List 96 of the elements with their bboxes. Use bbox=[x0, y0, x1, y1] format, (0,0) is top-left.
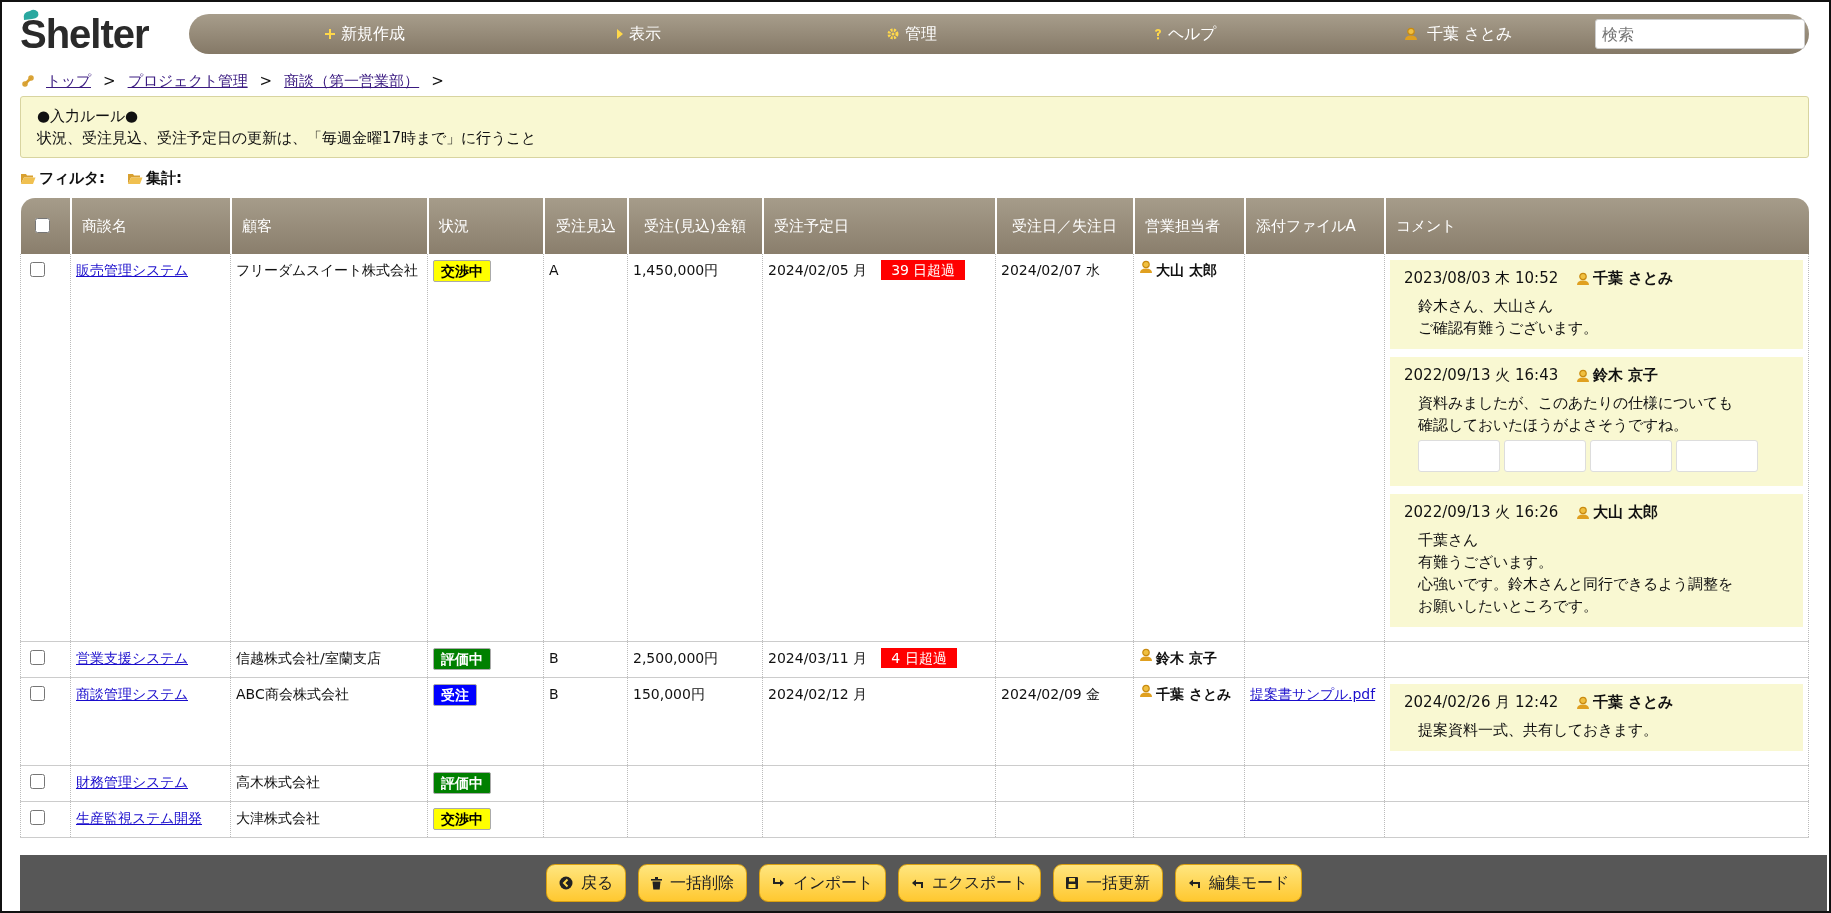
row-checkbox[interactable] bbox=[30, 810, 45, 825]
sales-rep-name: 鈴木 京子 bbox=[1156, 650, 1217, 666]
toolbar-toggle[interactable]: 集計: bbox=[127, 168, 182, 188]
folder-icon bbox=[20, 171, 36, 185]
action-button[interactable]: インポート bbox=[758, 864, 886, 902]
plus-icon bbox=[325, 29, 336, 39]
overdue-badge: 39 日超過 bbox=[881, 260, 966, 280]
row-checkbox[interactable] bbox=[30, 774, 45, 789]
comment-author: 鈴木 京子 bbox=[1593, 365, 1659, 386]
logo: Shelter bbox=[20, 11, 149, 57]
customer-text: ABC商会株式会社 bbox=[236, 686, 349, 702]
status-tag: 受注 bbox=[433, 684, 477, 706]
deal-link[interactable]: 商談管理システム bbox=[76, 686, 188, 702]
prospect-text: B bbox=[549, 686, 559, 702]
question-icon bbox=[1154, 28, 1163, 40]
hook-arrow-icon bbox=[910, 877, 924, 889]
prospect-text: B bbox=[549, 650, 559, 666]
deal-link[interactable]: 生産監視ステム開発 bbox=[76, 810, 202, 826]
status-tag: 評価中 bbox=[433, 772, 491, 794]
folder-icon bbox=[127, 171, 143, 185]
comment-timestamp: 2022/09/13 火 16:43 bbox=[1404, 365, 1559, 386]
triangle-icon bbox=[616, 29, 623, 39]
customer-text: 信越株式会社/室蘭支店 bbox=[236, 650, 381, 666]
person-icon bbox=[1576, 505, 1591, 520]
person-icon bbox=[1139, 260, 1153, 274]
action-button[interactable]: 編集モード bbox=[1174, 864, 1302, 902]
status-tag: 交渉中 bbox=[433, 260, 491, 282]
thumbnail-image[interactable] bbox=[1504, 440, 1586, 472]
comment-text: 確認しておいたほうがよさそうですね。 bbox=[1418, 415, 1689, 436]
notice-title: ●入力ルール● bbox=[37, 106, 140, 127]
row-checkbox[interactable] bbox=[30, 262, 45, 277]
breadcrumb-link[interactable]: トップ bbox=[46, 71, 91, 91]
sales-rep-name: 大山 太郎 bbox=[1156, 262, 1217, 278]
comment-author: 千葉 さとみ bbox=[1593, 692, 1674, 713]
customer-text: 大津株式会社 bbox=[236, 810, 320, 826]
deal-link[interactable]: 営業支援システム bbox=[76, 650, 188, 666]
person-icon bbox=[1576, 695, 1591, 710]
thumbnail-image[interactable] bbox=[1590, 440, 1672, 472]
amount-text: 2,500,000円 bbox=[633, 650, 719, 666]
hook-arrow-icon bbox=[771, 877, 785, 889]
person-icon bbox=[1139, 684, 1153, 698]
comment-text: 提案資料一式、共有しておきます。 bbox=[1418, 720, 1659, 741]
notice-text: 状況、受注見込、受注予定日の更新は、「毎週金曜17時まで」に行うこと bbox=[37, 128, 538, 149]
person-icon bbox=[1576, 368, 1591, 383]
comment-text: 鈴木さん、大山さん bbox=[1418, 296, 1554, 317]
comment-text: ご確認有難うございます。 bbox=[1418, 318, 1599, 339]
row-checkbox[interactable] bbox=[30, 686, 45, 701]
action-button[interactable]: 戻る bbox=[545, 864, 626, 902]
comment-text: 有難うございます。 bbox=[1418, 552, 1554, 573]
amount-text: 1,450,000円 bbox=[633, 262, 719, 278]
comment-text: お願いしたいところです。 bbox=[1418, 596, 1599, 617]
customer-text: 高木株式会社 bbox=[236, 774, 320, 790]
due-date-text: 2024/02/12 月 bbox=[768, 686, 868, 702]
overdue-badge: 4 日超過 bbox=[881, 648, 957, 668]
thumbnail-image[interactable] bbox=[1418, 440, 1500, 472]
customer-text: フリーダムスイート株式会社 bbox=[236, 262, 418, 278]
row-checkbox[interactable] bbox=[30, 650, 45, 665]
trash-icon bbox=[650, 876, 662, 890]
breadcrumb-link[interactable]: 商談（第一営業部） bbox=[284, 71, 420, 91]
comment-timestamp: 2023/08/03 木 10:52 bbox=[1404, 268, 1559, 289]
select-all-checkbox[interactable] bbox=[34, 217, 50, 233]
deal-link[interactable]: 財務管理システム bbox=[76, 774, 188, 790]
person-icon bbox=[1404, 27, 1419, 41]
action-button[interactable]: 一括更新 bbox=[1052, 864, 1163, 902]
breadcrumb-separator: > bbox=[103, 72, 116, 90]
breadcrumb-separator: > bbox=[259, 72, 273, 90]
deal-link[interactable]: 販売管理システム bbox=[76, 262, 188, 278]
due-date-text: 2024/02/05 月 bbox=[768, 262, 868, 278]
action-button[interactable]: 一括削除 bbox=[637, 864, 747, 902]
breadcrumb-separator: > bbox=[431, 72, 444, 90]
comment-author: 大山 太郎 bbox=[1593, 502, 1659, 523]
gear-icon bbox=[886, 28, 899, 40]
comment-text: 千葉さん bbox=[1418, 530, 1479, 551]
prospect-text: A bbox=[549, 262, 559, 278]
order-date-text: 2024/02/07 水 bbox=[1001, 262, 1101, 278]
amount-text: 150,000円 bbox=[633, 686, 705, 702]
attachment-link[interactable]: 提案書サンプル.pdf bbox=[1250, 684, 1379, 705]
breadcrumb-link[interactable]: プロジェクト管理 bbox=[127, 71, 248, 91]
status-tag: 交渉中 bbox=[433, 808, 491, 830]
link-icon bbox=[22, 75, 34, 87]
comment-timestamp: 2022/09/13 火 16:26 bbox=[1404, 502, 1559, 523]
thumbnail-image[interactable] bbox=[1676, 440, 1758, 472]
comment-text: 心強いです。鈴木さんと同行できるよう調整を bbox=[1418, 574, 1734, 595]
toolbar-toggle[interactable]: フィルタ: bbox=[20, 168, 105, 188]
action-button[interactable]: エクスポート bbox=[897, 864, 1041, 902]
order-date-text: 2024/02/09 金 bbox=[1001, 686, 1101, 702]
comment-author: 千葉 さとみ bbox=[1593, 268, 1674, 289]
hook-arrow-icon bbox=[1187, 877, 1201, 889]
comment-text: 資料みましたが、このあたりの仕様についても bbox=[1418, 393, 1734, 414]
sales-rep-name: 千葉 さとみ bbox=[1156, 686, 1231, 702]
search-field[interactable]: 検索 bbox=[1595, 19, 1805, 49]
person-icon bbox=[1139, 648, 1153, 662]
due-date-text: 2024/03/11 月 bbox=[768, 650, 868, 666]
status-tag: 評価中 bbox=[433, 648, 491, 670]
person-icon bbox=[1576, 271, 1591, 286]
comment-timestamp: 2024/02/26 月 12:42 bbox=[1404, 692, 1559, 713]
